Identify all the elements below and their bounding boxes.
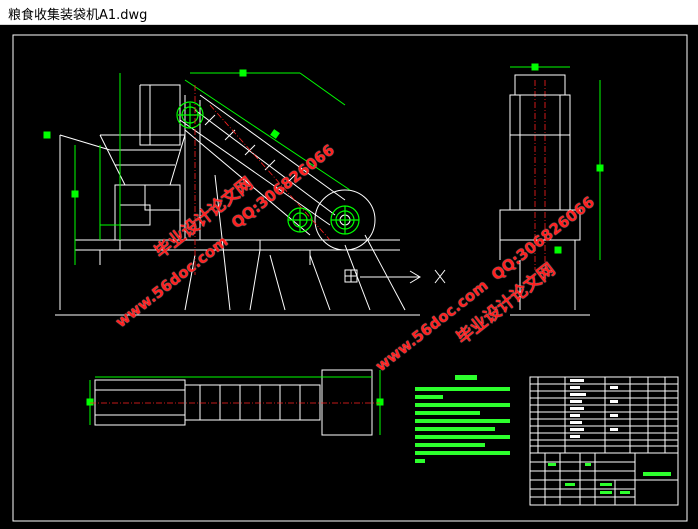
parts-list [529, 376, 679, 454]
top-view [94, 369, 373, 436]
window-titlebar: 粮食收集装袋机A1.dwg [0, 0, 698, 25]
drawing-border [12, 34, 688, 522]
parts-list-text [570, 379, 618, 438]
window-title: 粮食收集装袋机A1.dwg [8, 8, 148, 23]
title-block [529, 452, 679, 506]
technical-notes [415, 375, 510, 463]
drawing-canvas[interactable]: 毕业设计论文网 www.56doc.com QQ:306826066 QQ:30… [0, 25, 698, 529]
cad-drawing [12, 34, 688, 522]
